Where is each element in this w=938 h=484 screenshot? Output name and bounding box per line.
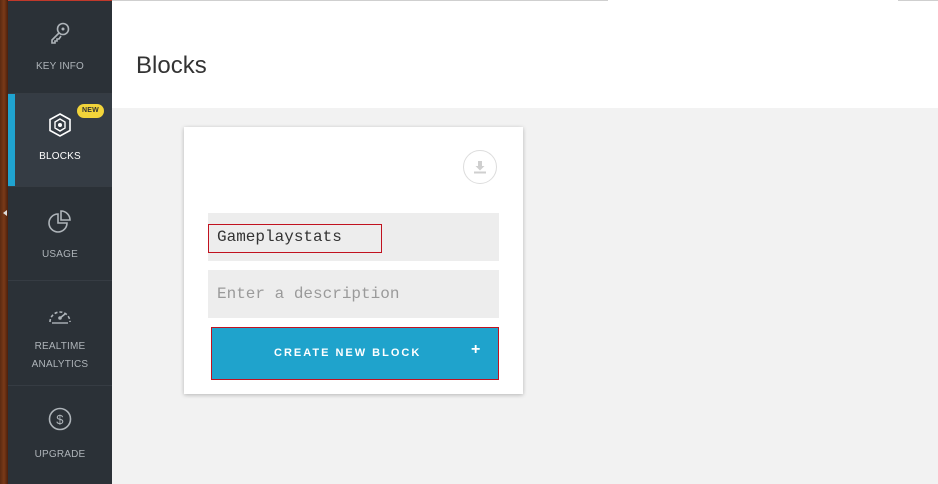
create-button-label: CREATE NEW BLOCK bbox=[274, 347, 422, 359]
pie-chart-icon bbox=[48, 210, 71, 233]
svg-text:$: $ bbox=[56, 412, 64, 427]
sidebar-item-label: KEY INFO bbox=[35, 61, 85, 72]
window-edge bbox=[0, 0, 8, 484]
create-new-block-button[interactable]: CREATE NEW BLOCK + bbox=[211, 327, 499, 380]
sidebar-item-label: BLOCKS bbox=[39, 151, 81, 162]
header-divider bbox=[898, 0, 938, 1]
key-icon bbox=[51, 22, 70, 44]
sidebar-item-label: USAGE bbox=[41, 249, 78, 260]
page-header: Blocks bbox=[112, 0, 938, 108]
sidebar-item-key-info[interactable]: KEY INFO bbox=[8, 0, 112, 94]
download-icon bbox=[474, 161, 486, 174]
sidebar-item-blocks[interactable]: NEW BLOCKS bbox=[8, 94, 112, 187]
sidebar-item-label-line2: ANALYTICS bbox=[31, 359, 89, 370]
download-button[interactable] bbox=[463, 150, 497, 184]
name-highlight-box bbox=[208, 224, 382, 253]
plus-icon: + bbox=[471, 341, 481, 358]
sidebar: KEY INFO NEW BLOCKS USAGE REALTIME ANALY… bbox=[8, 0, 112, 484]
sidebar-item-label: UPGRADE bbox=[34, 449, 86, 460]
sidebar-item-realtime-analytics[interactable]: REALTIME ANALYTICS bbox=[8, 281, 112, 386]
new-badge: NEW bbox=[77, 104, 104, 118]
sidebar-item-usage[interactable]: USAGE bbox=[8, 187, 112, 281]
sidebar-item-label-line1: REALTIME bbox=[34, 341, 86, 352]
header-divider bbox=[112, 0, 608, 1]
block-description-input[interactable]: Enter a description bbox=[208, 270, 499, 318]
blocks-icon bbox=[49, 113, 71, 137]
speedometer-icon bbox=[49, 311, 71, 324]
sidebar-item-upgrade[interactable]: $ UPGRADE bbox=[8, 386, 112, 484]
collapse-arrow-icon[interactable] bbox=[3, 210, 7, 216]
dollar-icon: $ bbox=[48, 407, 72, 431]
page-title: Blocks bbox=[136, 52, 207, 79]
